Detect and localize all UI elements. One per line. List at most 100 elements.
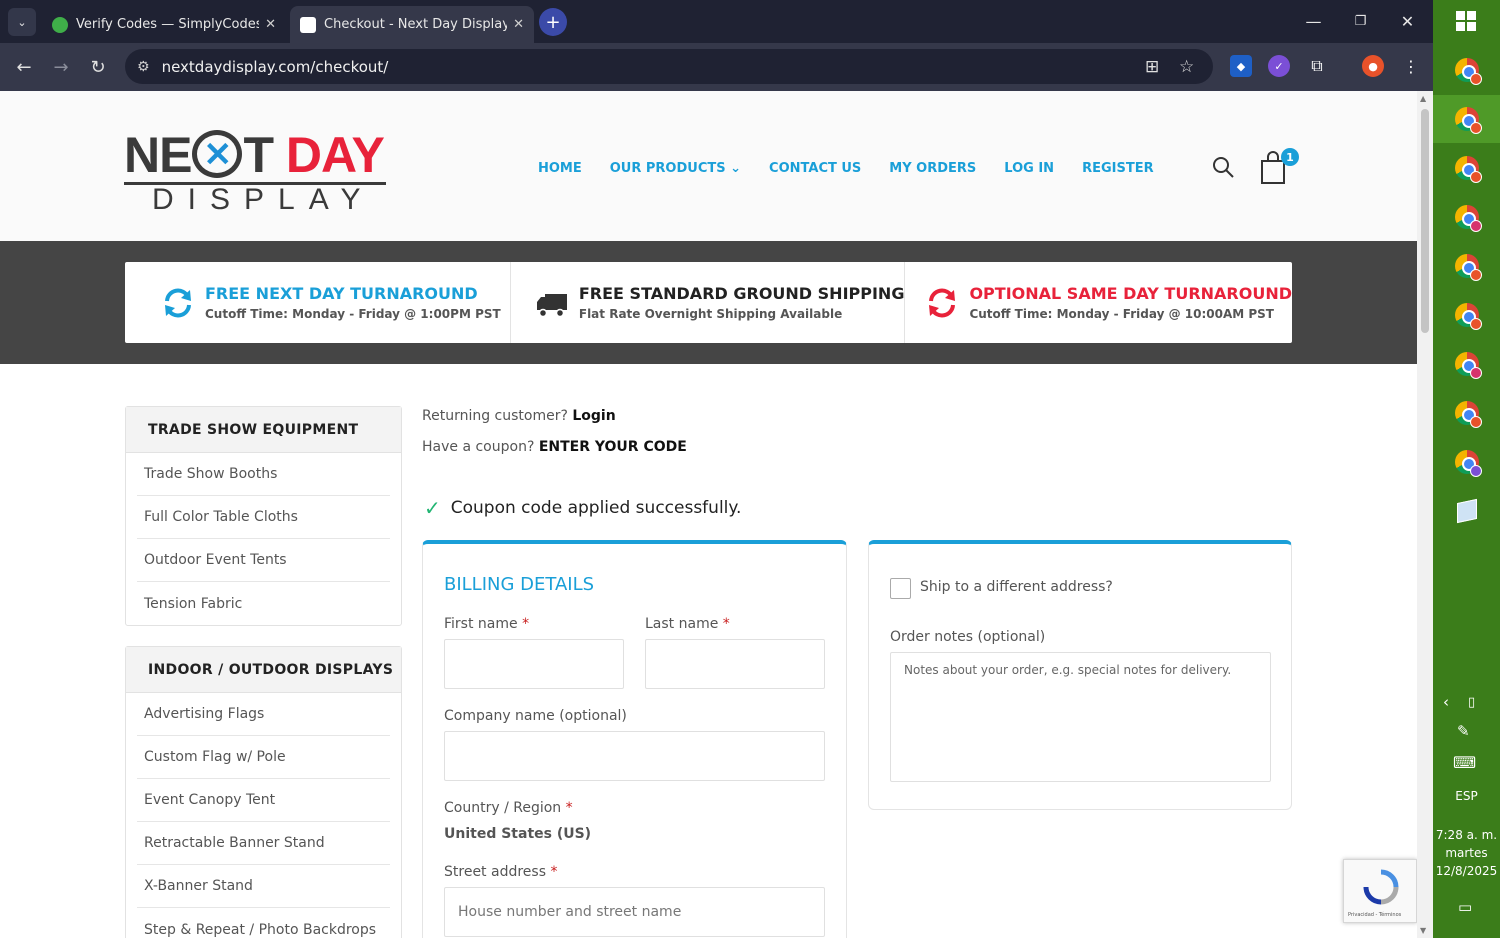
nav-log-in[interactable]: LOG IN (1004, 161, 1054, 176)
ship-different-label[interactable]: Ship to a different address? (920, 579, 1113, 595)
site-info-icon[interactable]: ⚙ (137, 59, 150, 75)
clock-date[interactable]: 12/8/2025 (1433, 864, 1500, 878)
order-notes-label: Order notes (optional) (890, 629, 1046, 645)
chrome-icon (1454, 107, 1482, 134)
nav-register[interactable]: REGISTER (1082, 161, 1154, 176)
taskbar-chrome-1[interactable] (1433, 46, 1500, 94)
nav-our-products[interactable]: OUR PRODUCTS ⌄ (610, 161, 741, 176)
device-icon[interactable]: ▯ (1468, 695, 1475, 710)
taskbar-chrome-5[interactable] (1433, 242, 1500, 290)
taskbar-chrome-6[interactable] (1433, 291, 1500, 339)
tab-checkout[interactable]: Checkout - Next Day Display ✕ (290, 6, 534, 43)
bookmark-star-icon[interactable]: ☆ (1179, 57, 1194, 77)
scroll-down-icon[interactable]: ▼ (1420, 926, 1426, 935)
checkmark-icon: ✓ (424, 496, 441, 520)
street-address-input[interactable]: House number and street name (444, 887, 825, 937)
login-link[interactable]: Login (572, 408, 615, 424)
clock-day[interactable]: martes (1433, 846, 1500, 860)
extension-icon[interactable]: ✓ (1268, 55, 1290, 77)
language-indicator[interactable]: ESP (1433, 789, 1500, 803)
tab-simplycodes[interactable]: Verify Codes — SimplyCodes ✕ (42, 6, 286, 43)
site-header: NET DAY DISPLAY HOME OUR PRODUCTS ⌄ CONT… (0, 91, 1417, 241)
sidebar-item-x-banner[interactable]: X-Banner Stand (137, 865, 390, 908)
tab-search-icon[interactable]: ⌄ (8, 8, 36, 36)
reload-icon[interactable]: ↻ (84, 53, 112, 81)
nav-home[interactable]: HOME (538, 161, 582, 176)
country-label: Country / Region * (444, 800, 573, 816)
next-day-display-logo[interactable]: NET DAY DISPLAY (124, 125, 388, 216)
main-nav: HOME OUR PRODUCTS ⌄ CONTACT US MY ORDERS… (538, 161, 1182, 176)
back-arrow-icon[interactable]: ← (10, 53, 38, 81)
first-name-input[interactable] (444, 639, 624, 689)
sidebar-item-tension-fabric[interactable]: Tension Fabric (137, 582, 390, 625)
coupon-success-notice: ✓ Coupon code applied successfully. (424, 496, 741, 520)
notepad-icon (1456, 498, 1477, 524)
address-bar[interactable]: ⚙ nextdaydisplay.com/checkout/ ⊞ ☆ (125, 49, 1213, 84)
shield-extension-icon[interactable]: ◆ (1230, 55, 1252, 77)
taskbar-chrome-3[interactable] (1433, 144, 1500, 192)
chrome-icon (1454, 303, 1482, 330)
clock-time[interactable]: 7:28 a. m. (1433, 828, 1500, 842)
sidebar-item-trade-show-booths[interactable]: Trade Show Booths (137, 453, 390, 496)
url-text[interactable]: nextdaydisplay.com/checkout/ (162, 58, 389, 76)
promo-box: FREE NEXT DAY TURNAROUND Cutoff Time: Mo… (125, 262, 1292, 343)
billing-heading: BILLING DETAILS (444, 574, 595, 595)
taskbar-app-notes[interactable] (1433, 487, 1500, 535)
chrome-icon (1454, 205, 1482, 232)
windows-start-icon[interactable] (1456, 11, 1476, 31)
close-tab-icon[interactable]: ✕ (513, 17, 524, 32)
sidebar-item-event-tents[interactable]: Outdoor Event Tents (137, 539, 390, 582)
company-input[interactable] (444, 731, 825, 781)
chevron-left-icon[interactable]: ‹ (1443, 693, 1449, 711)
nav-contact-us[interactable]: CONTACT US (769, 161, 861, 176)
last-name-label: Last name * (645, 616, 730, 632)
sidebar-item-table-cloths[interactable]: Full Color Table Cloths (137, 496, 390, 539)
taskbar-chrome-9[interactable] (1433, 438, 1500, 486)
sidebar-item-advertising-flags[interactable]: Advertising Flags (137, 693, 390, 736)
recaptcha-footer[interactable]: Privacidad - Términos (1348, 912, 1401, 918)
scrollbar-thumb[interactable] (1421, 109, 1429, 333)
tab-title: Checkout - Next Day Display (324, 17, 508, 32)
search-icon[interactable] (1211, 155, 1235, 179)
close-icon[interactable]: ✕ (1384, 0, 1431, 43)
taskbar-chrome-2[interactable] (1433, 95, 1500, 143)
restore-icon[interactable]: ❐ (1337, 0, 1384, 43)
last-name-input[interactable] (645, 639, 825, 689)
puzzle-icon[interactable]: ⧉ (1306, 55, 1328, 77)
chrome-icon (1454, 58, 1482, 85)
close-tab-icon[interactable]: ✕ (265, 17, 276, 32)
profile-icon[interactable]: ● (1362, 55, 1384, 77)
order-notes-textarea[interactable]: Notes about your order, e.g. special not… (890, 652, 1271, 782)
scroll-up-icon[interactable]: ▲ (1420, 94, 1426, 103)
minimize-icon[interactable]: — (1290, 0, 1337, 43)
sidebar-item-custom-flag[interactable]: Custom Flag w/ Pole (137, 736, 390, 779)
windows-taskbar: ‹ ▯ ✎ ⌨ ESP 7:28 a. m. martes 12/8/2025 … (1433, 0, 1500, 938)
taskbar-chrome-4[interactable] (1433, 193, 1500, 241)
refresh-icon (165, 288, 191, 317)
sidebar-item-banner-stand[interactable]: Retractable Banner Stand (137, 822, 390, 865)
new-tab-icon[interactable]: + (539, 8, 567, 36)
page-scrollbar[interactable]: ▲ ▼ (1417, 91, 1433, 938)
promo-title: FREE STANDARD GROUND SHIPPING (578, 284, 905, 303)
pen-icon[interactable]: ✎ (1457, 722, 1470, 740)
browser-tab-bar: ⌄ Verify Codes — SimplyCodes ✕ Checkout … (0, 0, 1433, 43)
recaptcha-badge[interactable]: Privacidad - Términos (1343, 859, 1417, 923)
enter-coupon-link[interactable]: ENTER YOUR CODE (539, 439, 687, 455)
ship-different-checkbox[interactable] (890, 578, 911, 599)
kebab-menu-icon[interactable]: ⋮ (1400, 55, 1422, 77)
chrome-icon (1454, 254, 1482, 281)
translate-icon[interactable]: ⊞ (1145, 57, 1159, 77)
promo-shipping: FREE STANDARD GROUND SHIPPING Flat Rate … (511, 262, 906, 343)
forward-arrow-icon[interactable]: → (47, 53, 75, 81)
promo-same-day: OPTIONAL SAME DAY TURNAROUND Cutoff Time… (905, 262, 1292, 343)
nav-my-orders[interactable]: MY ORDERS (889, 161, 976, 176)
notification-icon[interactable]: ▭ (1458, 898, 1472, 916)
taskbar-chrome-8[interactable] (1433, 389, 1500, 437)
keyboard-icon[interactable]: ⌨ (1453, 753, 1476, 772)
promo-title: OPTIONAL SAME DAY TURNAROUND (969, 284, 1292, 303)
sidebar-item-canopy-tent[interactable]: Event Canopy Tent (137, 779, 390, 822)
taskbar-chrome-7[interactable] (1433, 340, 1500, 388)
chrome-icon (1454, 352, 1482, 379)
sidebar-item-step-repeat[interactable]: Step & Repeat / Photo Backdrops (137, 908, 390, 938)
browser-toolbar: ← → ↻ ⚙ nextdaydisplay.com/checkout/ ⊞ ☆… (0, 43, 1433, 91)
